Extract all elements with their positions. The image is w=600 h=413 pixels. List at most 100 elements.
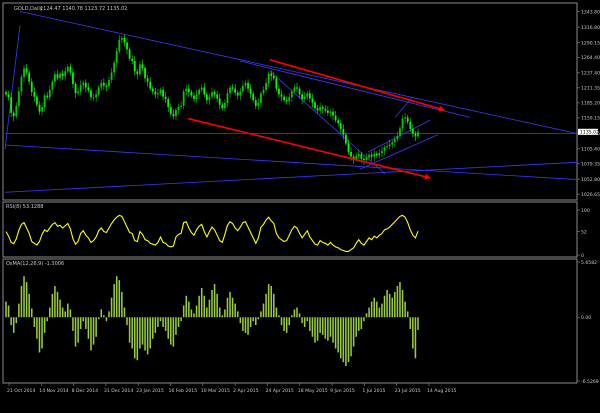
candle-body xyxy=(270,73,273,76)
osma-bar xyxy=(401,289,404,318)
candle-body xyxy=(355,155,358,159)
candle-body xyxy=(396,135,399,140)
candle-body xyxy=(169,107,172,114)
osma-bar xyxy=(236,311,239,318)
osma-bar xyxy=(301,317,303,324)
candle-body xyxy=(7,94,10,98)
current-price-value: 1135.02 xyxy=(580,130,599,136)
candle-body xyxy=(128,49,131,59)
osma-bar xyxy=(136,317,139,361)
osma-bar xyxy=(386,289,388,318)
candle-body xyxy=(216,94,219,99)
candle-body xyxy=(280,94,283,97)
candle-body xyxy=(316,108,319,111)
osma-bar xyxy=(110,297,113,318)
candle-body xyxy=(164,96,167,99)
candle-body xyxy=(249,88,252,94)
price-tick-label: 1079.35 xyxy=(581,162,600,168)
time-tick-label: 23 Jan 2015 xyxy=(136,388,164,394)
candle-body xyxy=(236,92,239,96)
candle-body xyxy=(378,153,381,156)
candle-body xyxy=(360,154,363,159)
time-tick-label: 23 Jul 2015 xyxy=(395,388,421,394)
candle-body xyxy=(182,91,185,106)
candle-body xyxy=(157,93,159,95)
osma-bar xyxy=(95,317,97,337)
osma-bar xyxy=(77,317,79,343)
osma-bar xyxy=(7,305,10,318)
candle-body xyxy=(239,91,242,96)
osma-bar xyxy=(30,308,33,318)
osma-bar xyxy=(152,317,154,339)
osma-bar xyxy=(383,295,386,318)
candle-body xyxy=(118,39,121,52)
candle-body xyxy=(393,139,396,143)
osma-bar xyxy=(267,284,270,318)
candle-body xyxy=(306,93,309,97)
candle-body xyxy=(414,133,417,137)
time-tick-label: 2 Apr 2015 xyxy=(233,388,259,394)
time-tick-label: 10 Mar 2015 xyxy=(201,388,230,394)
osma-bar xyxy=(303,317,306,328)
osma-bar xyxy=(56,291,59,318)
osma-bar xyxy=(146,317,149,355)
osma-bar xyxy=(182,305,185,318)
osma-bar xyxy=(90,317,92,351)
candle-body xyxy=(203,87,206,95)
osma-bar xyxy=(69,309,72,318)
candle-body xyxy=(110,72,113,80)
candle-body xyxy=(399,128,401,136)
osma-bar xyxy=(265,293,267,318)
candle-body xyxy=(265,82,267,90)
candle-body xyxy=(226,93,229,103)
candle-body xyxy=(386,146,388,148)
candle-body xyxy=(411,128,414,134)
candle-body xyxy=(144,67,146,79)
osma-bar xyxy=(82,317,85,322)
candle-body xyxy=(120,37,123,40)
candle-body xyxy=(404,117,407,119)
osma-bar xyxy=(100,309,103,318)
osma-bar xyxy=(87,317,90,339)
osma-bar xyxy=(97,317,100,320)
candle-body xyxy=(72,72,74,84)
candle-body xyxy=(30,81,33,93)
osma-bar xyxy=(244,317,247,333)
candle-body xyxy=(368,154,370,158)
candle-body xyxy=(221,104,224,109)
candle-body xyxy=(311,98,314,103)
candle-body xyxy=(187,88,190,93)
osma-bar xyxy=(121,291,123,318)
price-tick-label: 1185.20 xyxy=(581,101,600,107)
candle-body xyxy=(131,58,134,61)
price-tick-label: 1105.40 xyxy=(581,147,600,153)
candle-body xyxy=(95,94,98,98)
osma-bar xyxy=(180,317,182,322)
osma-bar xyxy=(126,317,128,326)
osma-bar xyxy=(311,317,314,337)
osma-bar xyxy=(128,317,131,343)
candle-body xyxy=(332,111,334,116)
osma-bar xyxy=(188,301,190,318)
candle-body xyxy=(370,154,373,157)
candle-body xyxy=(283,96,285,101)
price-tick-label: 1052.80 xyxy=(581,177,600,183)
trading-chart-window[interactable]: GOLD,Daily 1124.47 1140.78 1123.72 1135.… xyxy=(0,0,600,413)
osma-bar xyxy=(368,307,370,318)
osma-bar xyxy=(10,317,12,326)
symbol-label: GOLD,Daily xyxy=(14,6,43,12)
osma-bar xyxy=(319,317,321,333)
osma-tick-label: -6.5269 xyxy=(581,379,599,385)
candle-body xyxy=(92,97,95,99)
osma-bar xyxy=(224,309,226,318)
osma-bar xyxy=(175,317,177,335)
osma-bar xyxy=(159,317,162,322)
osma-bar xyxy=(327,317,329,341)
osma-bar xyxy=(211,289,213,318)
candle-body xyxy=(229,87,231,94)
osma-bar xyxy=(67,303,69,318)
candle-body xyxy=(20,77,23,92)
candle-body xyxy=(126,42,128,50)
candle-body xyxy=(113,62,116,73)
osma-bar xyxy=(41,317,43,349)
